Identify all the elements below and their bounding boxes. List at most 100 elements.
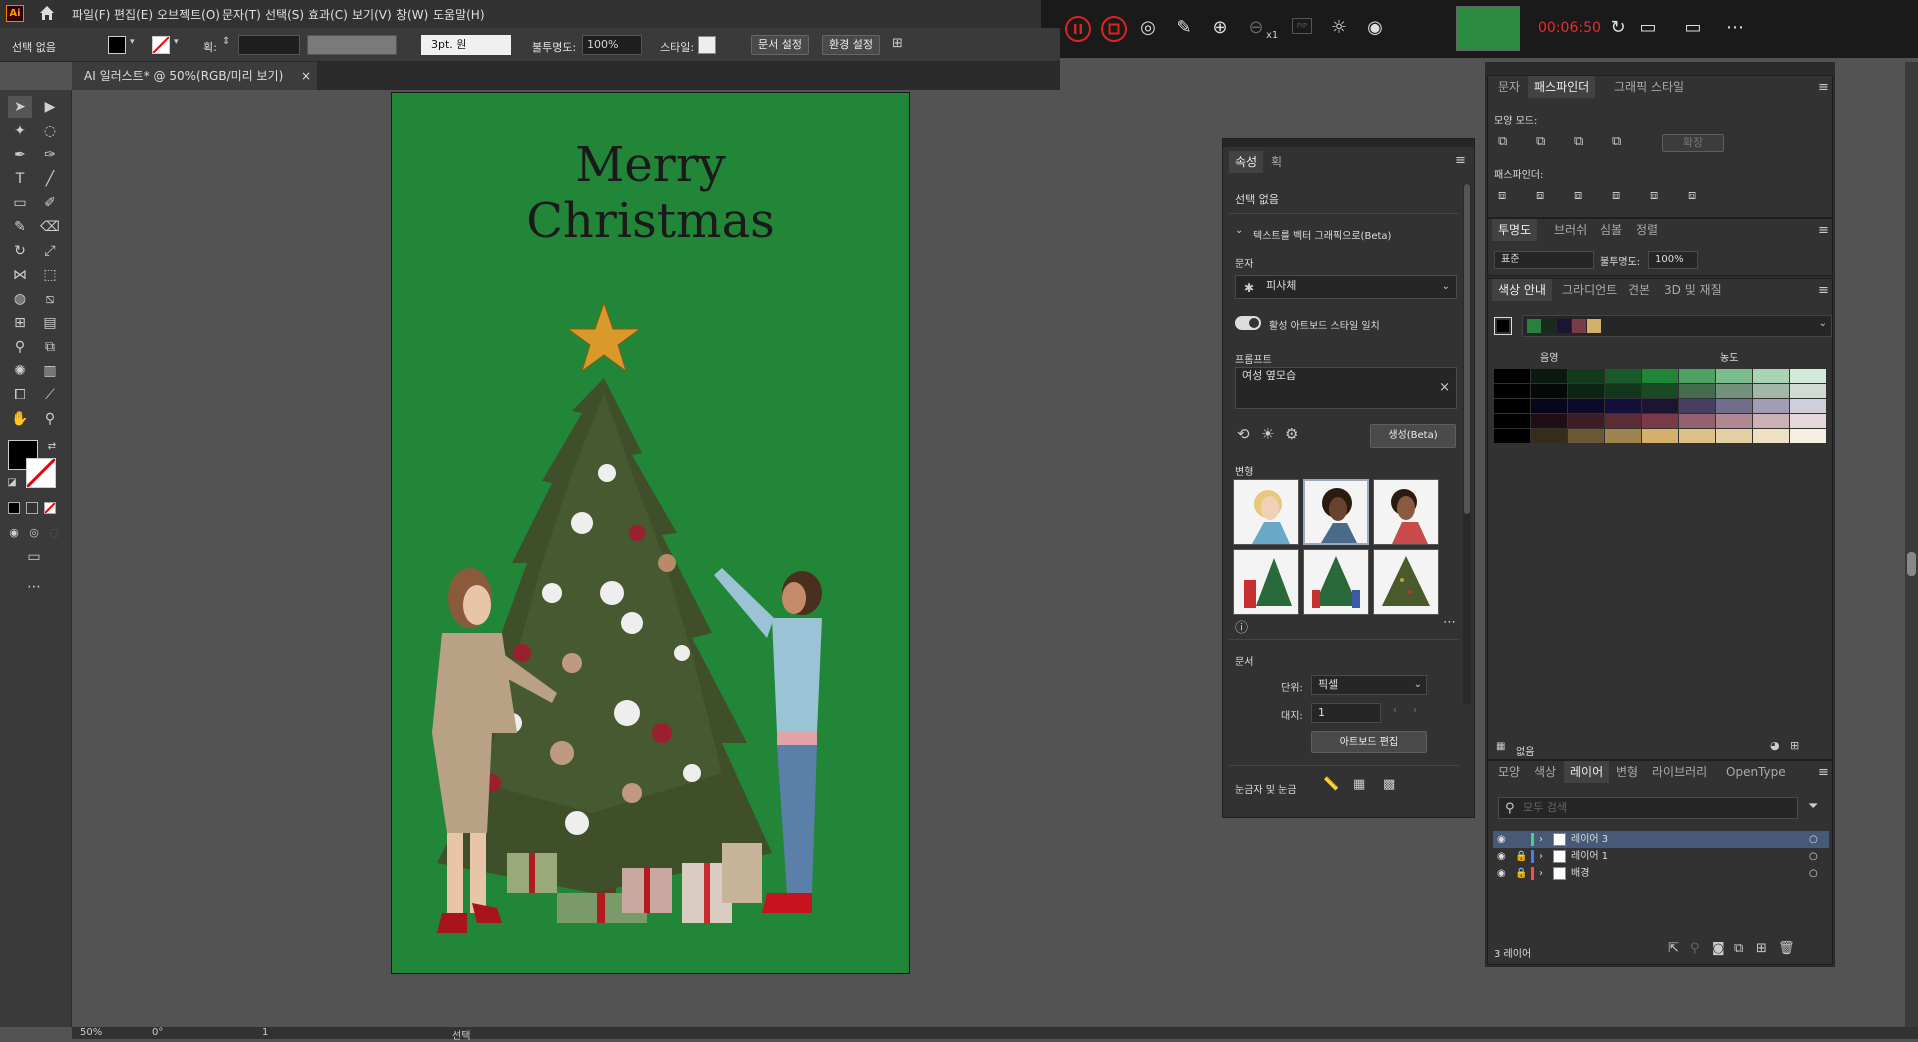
color-variation-swatch[interactable] [1531,399,1567,413]
more-options-icon[interactable]: ⋯ [1443,615,1456,630]
expand-button[interactable]: 확장 [1662,134,1724,152]
pencil-tool-icon[interactable]: ✎ [8,216,32,238]
color-variation-swatch[interactable] [1642,414,1678,428]
tab-opentype[interactable]: OpenType [1720,761,1792,783]
color-variation-swatch[interactable] [1642,429,1678,443]
properties-scrollbar[interactable] [1463,184,1471,704]
transparency-grid-icon[interactable]: ▩ [1383,777,1395,792]
gradient-mode-icon[interactable] [26,502,38,514]
color-variation-swatch[interactable] [1679,384,1715,398]
artboard-select[interactable]: 1 [1311,703,1381,723]
close-tab-icon[interactable]: × [301,62,311,90]
canvas-vertical-scrollbar[interactable] [1905,62,1918,1027]
expand-layer-icon[interactable]: › [1539,865,1543,882]
blend-tool-icon[interactable]: ⧉ [38,336,62,358]
color-variation-swatch[interactable] [1531,429,1567,443]
layer-name[interactable]: 배경 [1571,865,1589,882]
color-variation-swatch[interactable] [1753,384,1789,398]
ruler-icon[interactable]: 📏 [1323,777,1339,792]
export-icon[interactable]: ⇱ [1668,941,1679,956]
exclude-icon[interactable]: ⧉ [1612,134,1621,149]
trim-icon[interactable]: ⧈ [1536,188,1544,203]
pen-tool-icon[interactable]: ✒ [8,144,32,166]
color-variation-swatch[interactable] [1494,384,1530,398]
collapse-icon[interactable]: ▭ [1681,16,1705,40]
color-variation-swatch[interactable] [1605,384,1641,398]
line-tool-icon[interactable]: ╱ [38,168,62,190]
eyedropper-tool-icon[interactable]: ⚲ [8,336,32,358]
save-group-icon[interactable]: ⊞ [1790,739,1799,752]
layers-menu-icon[interactable]: ≡ [1818,765,1829,780]
menu-file[interactable]: 파일(F) [72,6,110,23]
stroke-weight-field[interactable] [238,35,300,55]
color-variation-swatch[interactable] [1605,429,1641,443]
variation-thumb-3[interactable] [1373,479,1439,545]
color-variation-swatch[interactable] [1642,384,1678,398]
tab-color[interactable]: 색상 [1528,761,1562,783]
arrange-icon[interactable]: ⊞ [892,36,903,51]
harmony-swatch[interactable] [1557,319,1571,333]
layer-name[interactable]: 레이어 1 [1571,848,1608,865]
color-variation-swatch[interactable] [1568,369,1604,383]
edit-artboards-button[interactable]: 아트보드 편집 [1311,731,1427,753]
scale-tool-icon[interactable]: ⤢ [38,240,62,262]
draw-inside-icon[interactable]: ◌ [42,522,66,544]
eraser-tool-icon[interactable]: ⌫ [38,216,62,238]
curvature-tool-icon[interactable]: ✑ [38,144,62,166]
tab-swatches[interactable]: 견본 [1622,279,1656,301]
delete-layer-icon[interactable]: 🗑 [1778,941,1795,956]
menu-object[interactable]: 오브젝트(O) [157,6,220,23]
harmony-rules-dropdown[interactable]: ⌄ [1522,315,1832,337]
artboard[interactable]: Merry Christmas [391,92,910,974]
target-icon[interactable]: ○ [1809,865,1818,882]
layer-row[interactable]: ◉ 🔒 › 레이어 1 ○ [1493,848,1829,865]
tab-appearance[interactable]: 모양 [1492,761,1526,783]
variable-width-profile[interactable] [307,35,397,55]
minus-back-icon[interactable]: ⧈ [1688,188,1696,203]
color-variation-swatch[interactable] [1531,384,1567,398]
color-variation-swatch[interactable] [1716,399,1752,413]
lightbulb-icon[interactable]: ☀ [1261,425,1274,443]
magic-wand-tool-icon[interactable]: ✦ [8,120,32,142]
tab-transform[interactable]: 변형 [1610,761,1644,783]
screen-mode-icon[interactable]: ▭ [22,546,46,568]
layers-search-input[interactable]: 모두 검색 ⚲ [1498,797,1798,819]
layer-name[interactable]: 레이어 3 [1571,831,1608,848]
color-variation-swatch[interactable] [1494,399,1530,413]
fill-swatch[interactable] [108,36,126,54]
menu-edit[interactable]: 편집(E) [114,6,153,23]
generate-button[interactable]: 생성(Beta) [1370,424,1456,448]
next-artboard-icon[interactable]: › [1413,705,1417,716]
effect-icon[interactable]: ☼ [1327,16,1351,40]
tab-gradient[interactable]: 그라디언트 [1556,279,1623,301]
tab-align[interactable]: 정렬 [1630,219,1664,241]
document-setup-button[interactable]: 문서 설정 [751,35,809,55]
width-tool-icon[interactable]: ⋈ [8,264,32,286]
color-variation-swatch[interactable] [1716,369,1752,383]
target-icon[interactable]: ○ [1809,831,1818,848]
filter-icon[interactable]: ⏷ [1808,799,1818,814]
variation-thumb-5[interactable] [1303,549,1369,615]
mesh-tool-icon[interactable]: ⊞ [8,312,32,334]
stop-record-icon[interactable] [1101,16,1127,42]
merge-icon[interactable]: ⧈ [1574,188,1582,203]
tab-brushes[interactable]: 브러쉬 [1548,219,1593,241]
base-color-swatch[interactable] [1494,317,1512,335]
vectorize-section-title[interactable]: 텍스트를 벡터 그래픽으로(Beta) [1253,227,1391,242]
color-guide-menu-icon[interactable]: ≡ [1818,283,1829,298]
lasso-tool-icon[interactable]: ◌ [38,120,62,142]
color-variation-swatch[interactable] [1716,384,1752,398]
artboard-navigator[interactable]: 1 [262,1027,268,1038]
color-variation-swatch[interactable] [1753,414,1789,428]
outline-icon[interactable]: ⧈ [1650,188,1658,203]
rectangle-tool-icon[interactable]: ▭ [8,192,32,214]
new-layer-icon[interactable]: ⊞ [1756,941,1767,956]
menu-help[interactable]: 도움말(H) [433,6,485,23]
color-variation-swatch[interactable] [1679,369,1715,383]
edit-colors-icon[interactable]: ◕ [1770,739,1780,752]
color-variation-swatch[interactable] [1716,414,1752,428]
home-icon[interactable] [38,4,56,22]
tab-character[interactable]: 문자 [1492,76,1526,98]
color-variation-swatch[interactable] [1790,399,1826,413]
intersect-icon[interactable]: ⧉ [1574,134,1583,149]
